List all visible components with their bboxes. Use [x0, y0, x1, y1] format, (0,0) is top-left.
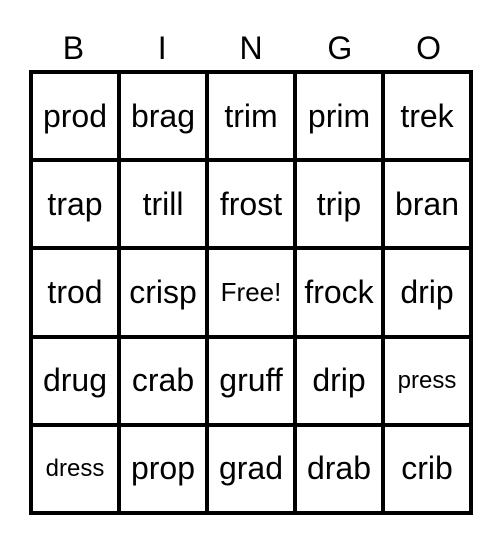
header-letter-g: G — [327, 30, 353, 66]
header-letter-o: O — [416, 30, 442, 66]
bingo-header: B I N G O — [29, 28, 473, 68]
bingo-cell: grad — [207, 424, 295, 513]
free-space-cell: Free! — [207, 248, 295, 337]
bingo-grid: prod brag trim prim trek trap trill frost trip br… — [29, 70, 473, 515]
bingo-cell: trim — [207, 72, 295, 161]
bingo-cell: bran — [383, 160, 471, 249]
bingo-cell: drab — [295, 424, 383, 513]
bingo-cell: prim — [295, 72, 383, 161]
bingo-cell: prop — [119, 424, 207, 513]
bingo-cell: trod — [31, 248, 119, 337]
bingo-cell: crisp — [119, 248, 207, 337]
bingo-cell: frost — [207, 160, 295, 249]
bingo-cell: prod — [31, 72, 119, 161]
bingo-cell: press — [383, 336, 471, 425]
bingo-cell: gruff — [207, 336, 295, 425]
header-letter-n: N — [239, 30, 263, 66]
bingo-cell: crab — [119, 336, 207, 425]
bingo-cell: drug — [31, 336, 119, 425]
bingo-cell: brag — [119, 72, 207, 161]
bingo-cell: trap — [31, 160, 119, 249]
bingo-cell: trill — [119, 160, 207, 249]
bingo-cell: trek — [383, 72, 471, 161]
bingo-cell: crib — [383, 424, 471, 513]
bingo-cell: trip — [295, 160, 383, 249]
header-letter-b: B — [62, 30, 85, 66]
bingo-cell: dress — [31, 424, 119, 513]
header-letter-i: I — [157, 30, 167, 66]
bingo-cell: frock — [295, 248, 383, 337]
bingo-cell: drip — [295, 336, 383, 425]
bingo-cell: drip — [383, 248, 471, 337]
